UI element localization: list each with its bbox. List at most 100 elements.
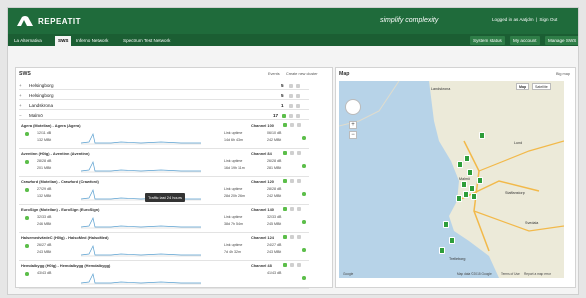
settings-icon[interactable] [289,94,293,98]
zoom-out-button[interactable]: − [349,131,357,139]
site-count: 17 [273,113,279,118]
map-type-map[interactable]: Map [516,83,530,90]
traffic-sparkline[interactable] [81,159,201,173]
map-pin[interactable] [449,237,455,244]
tab-sws[interactable]: SWS [55,36,72,46]
link-uptime-value: 14d 6h 43m [224,138,243,142]
user-sep: | [535,17,538,22]
site-row[interactable]: + Helsingborg 5 [19,92,309,100]
expand-icon[interactable]: + [19,92,22,100]
map-data-notice: Map data ©2015 Google [457,272,492,276]
device-name[interactable]: Crawford (Motellan) - Crawford (Crawford… [21,179,99,184]
device-row[interactable]: EuroSign (Motellan) - EuroSign (EuroSign… [19,206,309,233]
list-icon[interactable] [297,235,301,239]
zoom-in-button[interactable]: + [349,121,357,129]
list-icon[interactable] [297,151,301,155]
device-name[interactable]: HalsemedvärdeC (H0ig) - HalsoMed (HalsoM… [21,235,109,240]
pan-control[interactable] [345,99,361,115]
list-icon[interactable] [296,84,300,88]
signout-link[interactable]: Sign Out [539,17,557,22]
expand-icon[interactable]: + [19,102,22,110]
settings-icon[interactable] [290,151,294,155]
map-pin[interactable] [457,161,463,168]
map-pin[interactable] [439,247,445,254]
collapse-icon[interactable]: − [19,112,22,120]
device-rate-remote: 243 MBit [267,250,282,254]
map-pin[interactable] [464,155,470,162]
status-dot [302,192,306,196]
device-name[interactable]: EuroSign (Motellan) - EuroSign (EuroSign… [21,207,99,212]
list-icon[interactable] [297,263,301,267]
device-channel: Channel 100 [251,123,274,128]
list-icon[interactable] [296,104,300,108]
map-canvas[interactable]: + − Map Satellite Landskrona Lund Malmö … [339,81,564,278]
settings-icon[interactable] [290,263,294,267]
city-label: Landskrona [431,87,451,91]
list-icon[interactable] [297,123,301,127]
map-pin[interactable] [479,132,485,139]
logo[interactable]: REPEATIT [16,14,81,28]
expand-icon[interactable]: + [19,82,22,90]
device-rate-remote: 245 MBit [267,222,282,226]
site-name: Landskrona [29,103,54,108]
traffic-sparkline[interactable] [81,215,201,229]
map-pin[interactable] [471,193,477,200]
settings-icon[interactable] [290,207,294,211]
tab-la-alternativa[interactable]: La Alternativa [11,36,45,46]
settings-icon[interactable] [290,123,294,127]
list-icon[interactable] [297,179,301,183]
settings-icon[interactable] [289,114,293,118]
tab-inferno-network[interactable]: Inferno Network [73,36,111,46]
device-row[interactable]: HalsemedvärdeC (H0ig) - HalsoMed (HalsoM… [19,234,309,261]
map-pin[interactable] [477,177,483,184]
big-map-link[interactable]: Big map [556,72,570,76]
list-icon[interactable] [297,207,301,211]
app-window: REPEATIT simplify complexity Logged in a… [7,7,579,295]
device-name[interactable]: Agera (Motellan) - Agera (Agera) [21,123,81,128]
link-uptime-value: 28d 20h 26m [224,194,245,198]
status-dot [25,188,29,192]
system-status-button[interactable]: System status [470,36,505,45]
signal-icon [283,235,287,239]
map-pin[interactable] [443,221,449,228]
report-error-link[interactable]: Report a map error [524,272,551,276]
manage-sws-button[interactable]: Manage SWS [545,36,578,45]
map-pin[interactable] [456,195,462,202]
settings-icon[interactable] [290,235,294,239]
map-pin[interactable] [467,169,473,176]
map-pin[interactable] [463,191,469,198]
status-dot [25,216,29,220]
terms-link[interactable]: Terms of Use [501,272,520,276]
settings-icon[interactable] [290,179,294,183]
traffic-sparkline[interactable] [81,243,201,257]
map-pin[interactable] [469,185,475,192]
device-channel: Channel 120 [251,179,274,184]
traffic-sparkline[interactable] [81,131,201,145]
signal-icon [283,179,287,183]
device-row[interactable]: Hemdalbygg (H0ig) - Hemdalbygg (Hemdalby… [19,262,309,289]
events-link[interactable]: Events [268,72,280,76]
device-name[interactable]: Hemdalbygg (H0ig) - Hemdalbygg (Hemdalby… [21,263,110,268]
settings-icon[interactable] [289,104,293,108]
status-dot [302,164,306,168]
device-row[interactable]: Agera (Motellan) - Agera (Agera) Channel … [19,122,309,149]
map-type-satellite[interactable]: Satellite [532,83,551,90]
site-row-expanded[interactable]: − Malmö 17 [19,112,309,120]
device-row[interactable]: Aventinn (H0ig) - Aventinn (Aventinn) Cha… [19,150,309,177]
device-name[interactable]: Aventinn (H0ig) - Aventinn (Aventinn) [21,151,90,156]
link-uptime-value: 16d 19h 11m [224,166,245,170]
traffic-sparkline[interactable] [81,271,201,285]
list-icon[interactable] [296,114,300,118]
settings-icon[interactable] [289,84,293,88]
slogan: simplify complexity [380,17,439,24]
create-cluster-link[interactable]: Create new cluster [286,72,318,76]
site-row[interactable]: + Landskrona 1 [19,102,309,110]
sws-panel-title: SWS [19,71,31,77]
map-pin[interactable] [461,181,467,188]
list-icon[interactable] [296,94,300,98]
tab-spectrum-test-network[interactable]: Spectrum Test Network [120,36,173,46]
my-account-button[interactable]: My account [510,36,540,45]
site-row[interactable]: + Helsingborg 5 [19,82,309,90]
device-signal-remote: 32/33 dB [267,215,282,219]
site-name: Malmö [29,113,43,118]
